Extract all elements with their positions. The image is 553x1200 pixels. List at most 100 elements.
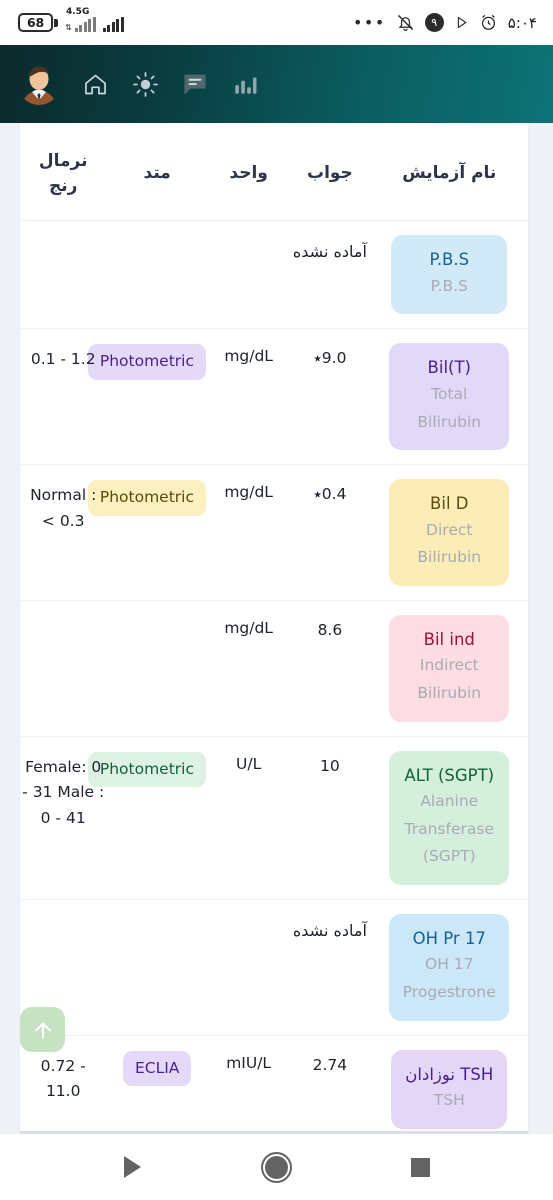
- lab-results-table: نام آزمایش جواب واحد متد نرمال رنج P.B.S…: [20, 123, 528, 1134]
- test-name-chip[interactable]: 17 OH Pr 17 OH Progestrone: [389, 913, 510, 1021]
- table-row[interactable]: Bil(T) Total Bilirubin 9.0٭ mg/dL Photometri…: [20, 328, 528, 466]
- test-full-name: Alanine Transferase (SGPT): [404, 792, 494, 866]
- test-name-chip[interactable]: TSH نوزادان TSH: [391, 1049, 508, 1129]
- home-circle-icon: [264, 1155, 288, 1179]
- cell-test-name: ALT (SGPT) Alanine Transferase (SGPT): [370, 736, 528, 900]
- table-row[interactable]: P.B.S P.B.S آماده نشده: [20, 220, 528, 330]
- cell-method: Photometric: [87, 464, 208, 601]
- test-name-chip[interactable]: ALT (SGPT) Alanine Transferase (SGPT): [389, 750, 510, 885]
- test-abbreviation: P.B.S: [429, 250, 470, 270]
- column-header-method[interactable]: متد: [106, 123, 208, 222]
- test-name-chip[interactable]: Bil ind Indirect Bilirubin: [389, 614, 510, 722]
- scroll-indicator[interactable]: [20, 1131, 528, 1134]
- network-type-label: 4.5G: [66, 7, 90, 17]
- table-header-row: نام آزمایش جواب واحد متد نرمال رنج: [20, 123, 528, 222]
- method-chip[interactable]: ECLIA: [122, 1050, 192, 1086]
- unit-value: mg/dL: [224, 347, 273, 366]
- android-nav-bar: [0, 1134, 553, 1200]
- results-card: نام آزمایش جواب واحد متد نرمال رنج P.B.S…: [20, 123, 528, 1134]
- cell-normal-range: Female: 0 - 31 Male : 0 - 41: [20, 736, 107, 900]
- chart-icon[interactable]: [230, 69, 260, 99]
- test-name-chip[interactable]: Bil D Direct Bilirubin: [389, 479, 510, 586]
- normal-range-value: 0.72 - 11.0: [40, 1056, 86, 1101]
- cell-method: [106, 220, 208, 330]
- network-indicator: 4.5G ⇅: [65, 7, 96, 32]
- method-chip[interactable]: Photometric: [87, 480, 206, 516]
- battery-level-label: 68: [27, 15, 44, 30]
- cell-method: Photometric: [87, 328, 208, 466]
- cell-test-name: P.B.S P.B.S: [370, 220, 528, 330]
- test-name-chip[interactable]: P.B.S P.B.S: [391, 235, 508, 315]
- results-scroll-area[interactable]: نام آزمایش جواب واحد متد نرمال رنج P.B.S…: [0, 123, 553, 1134]
- method-chip[interactable]: Photometric: [87, 751, 206, 787]
- back-triangle-icon: [123, 1156, 141, 1178]
- signal-bars-sim1-icon: [74, 17, 96, 32]
- recents-button[interactable]: [394, 1140, 448, 1194]
- cell-method: [106, 600, 208, 737]
- cell-unit: [208, 899, 290, 1036]
- test-full-name: 17 OH Progestrone: [402, 955, 496, 1002]
- test-abbreviation: 17 OH Pr: [412, 928, 486, 948]
- back-button[interactable]: [105, 1140, 159, 1194]
- table-row[interactable]: TSH نوزادان TSH 2.74 mIU/L ECLIA 0.72 - 11.0: [20, 1035, 528, 1134]
- recents-square-icon: [411, 1157, 431, 1177]
- result-value: آماده نشده: [292, 920, 367, 940]
- table-row[interactable]: 17 OH Pr 17 OH Progestrone آماده نشده: [20, 899, 528, 1036]
- home-icon[interactable]: [80, 69, 110, 99]
- brightness-icon[interactable]: [130, 69, 160, 99]
- app-header-bar: [0, 45, 553, 123]
- home-button[interactable]: [249, 1140, 303, 1194]
- test-abbreviation: TSH نوزادان: [405, 1064, 494, 1084]
- unit-value: [210, 235, 287, 239]
- cell-unit: [208, 220, 290, 330]
- result-value: 8.6: [317, 620, 343, 639]
- normal-range-value: [22, 615, 104, 619]
- status-bar-right: ••• ۹ ۵:۰۴: [353, 13, 539, 32]
- more-dots-icon: •••: [352, 12, 386, 32]
- test-full-name: Total Bilirubin: [417, 384, 482, 431]
- test-name-chip[interactable]: Bil(T) Total Bilirubin: [389, 343, 510, 451]
- battery-indicator: 68: [18, 13, 58, 32]
- cell-normal-range: [20, 600, 107, 737]
- alarm-clock-icon: [479, 13, 498, 32]
- cell-unit: mIU/L: [208, 1035, 290, 1134]
- result-value: آماده نشده: [292, 242, 367, 262]
- test-full-name: Indirect Bilirubin: [417, 656, 482, 702]
- avatar[interactable]: [18, 63, 60, 105]
- column-header-range[interactable]: نرمال رنج: [20, 123, 107, 222]
- cell-test-name: Bil D Direct Bilirubin: [370, 464, 528, 601]
- test-abbreviation: ALT (SGPT): [404, 765, 495, 785]
- android-status-bar: 68 4.5G ⇅ ••• ۹ ۵:۰۴: [0, 0, 553, 45]
- table-row[interactable]: Bil ind Indirect Bilirubin 8.6 mg/dL: [20, 600, 528, 737]
- table-row[interactable]: Bil D Direct Bilirubin 0.4٭ mg/dL Photometri…: [20, 464, 528, 601]
- column-header-result[interactable]: جواب: [289, 123, 371, 222]
- cell-normal-range: Normal : < 0.3: [20, 464, 107, 601]
- table-row[interactable]: ALT (SGPT) Alanine Transferase (SGPT) 10 U/…: [20, 736, 528, 900]
- cell-result: 0.4٭: [289, 464, 371, 601]
- cell-result: 10: [289, 736, 371, 900]
- result-value: 0.4٭: [313, 485, 347, 504]
- play-icon: [454, 15, 469, 30]
- cell-method: ECLIA: [106, 1035, 208, 1134]
- test-full-name: P.B.S: [430, 276, 468, 295]
- test-abbreviation: Bil(T): [427, 358, 471, 378]
- cell-result: آماده نشده: [289, 220, 371, 330]
- cell-unit: mg/dL: [208, 328, 290, 466]
- method-chip[interactable]: Photometric: [87, 344, 206, 380]
- unit-value: U/L: [236, 754, 262, 773]
- column-header-unit[interactable]: واحد: [208, 123, 290, 222]
- cell-test-name: 17 OH Pr 17 OH Progestrone: [370, 899, 528, 1036]
- table-header: نام آزمایش جواب واحد متد نرمال رنج: [20, 123, 528, 222]
- chat-icon[interactable]: [180, 69, 210, 99]
- normal-range-value: 0.1 - 1.2: [30, 350, 96, 369]
- cell-method: Photometric: [87, 736, 208, 900]
- battery-cap-icon: [54, 18, 58, 27]
- cell-normal-range: [20, 220, 107, 330]
- unit-value: [210, 914, 287, 918]
- data-arrows-icon: ⇅: [65, 23, 72, 32]
- cell-result: 2.74: [289, 1035, 371, 1134]
- test-abbreviation: Bil ind: [423, 629, 475, 649]
- normal-range-value: [22, 914, 104, 918]
- column-header-test-name[interactable]: نام آزمایش: [370, 123, 528, 222]
- scroll-to-top-button[interactable]: [20, 1007, 65, 1052]
